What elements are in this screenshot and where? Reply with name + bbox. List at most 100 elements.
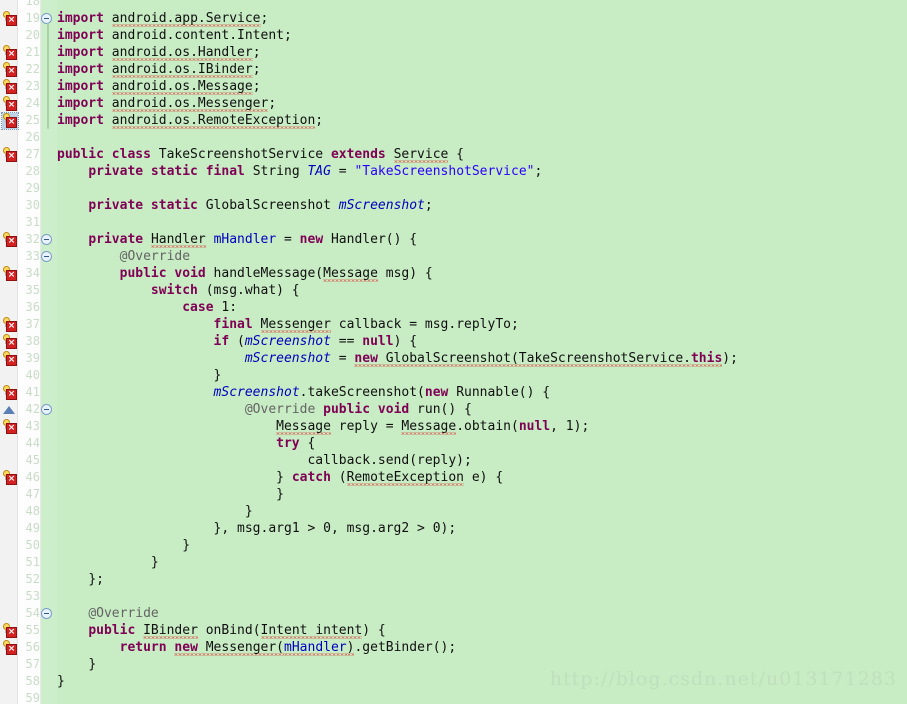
code-line[interactable]: import android.os.Messenger; [57, 95, 276, 112]
code-token: ( [338, 470, 347, 485]
code-token: ) { [393, 334, 418, 349]
lightbulb-error-icon[interactable]: × [2, 62, 18, 78]
code-line[interactable]: } [57, 537, 190, 554]
implements-triangle-icon[interactable] [3, 406, 15, 414]
code-token: ; [424, 198, 433, 213]
code-line[interactable]: import android.os.Message; [57, 78, 261, 95]
code-line[interactable]: } [57, 673, 65, 690]
code-token: = [330, 164, 355, 179]
lightbulb-error-icon[interactable]: × [2, 232, 18, 248]
fold-collapse-icon[interactable] [41, 608, 52, 619]
code-line[interactable]: import android.app.Service; [57, 10, 268, 27]
code-token: import [57, 113, 112, 128]
code-line[interactable]: public IBinder onBind(Intent intent) { [57, 622, 386, 639]
fold-collapse-icon[interactable] [41, 234, 52, 245]
fold-collapse-icon[interactable] [41, 404, 52, 415]
lightbulb-error-icon[interactable]: × [2, 147, 18, 163]
code-token: mHandler [284, 640, 347, 655]
code-line[interactable]: @Override [57, 605, 158, 622]
code-line[interactable]: private Handler mHandler = new Handler()… [57, 231, 417, 248]
lightbulb-error-icon[interactable]: × [2, 96, 18, 112]
line-number: 36 [25, 300, 40, 314]
code-line[interactable]: import android.content.Intent; [57, 27, 292, 44]
code-token: } [88, 657, 97, 672]
code-line[interactable]: }; [57, 571, 104, 588]
lightbulb-error-icon[interactable]: × [2, 79, 18, 95]
code-line[interactable]: case 1: [57, 299, 237, 316]
code-line[interactable]: Message reply = Message.obtain(null, 1); [57, 418, 589, 435]
error-x-icon: × [6, 151, 17, 162]
code-line[interactable]: private static final String TAG = "TakeS… [57, 163, 542, 180]
code-line[interactable]: public class TakeScreenshotService exten… [57, 146, 464, 163]
error-x-icon: × [6, 627, 17, 638]
lightbulb-error-icon[interactable]: × [2, 470, 18, 486]
code-line[interactable]: final Messenger callback = msg.replyTo; [57, 316, 519, 333]
code-token: callback.send(reply); [307, 453, 472, 468]
code-token: ( [237, 334, 245, 349]
code-line[interactable]: } [57, 486, 284, 503]
code-token: Handler [150, 232, 206, 247]
line-number: 57 [25, 657, 40, 671]
code-line[interactable]: callback.send(reply); [57, 452, 472, 469]
code-line[interactable]: import android.os.IBinder; [57, 61, 261, 78]
lightbulb-error-icon[interactable]: × [2, 640, 18, 656]
code-line[interactable]: return new Messenger(mHandler).getBinder… [57, 639, 456, 656]
code-token: }; [88, 572, 104, 587]
code-line[interactable]: mScreenshot.takeScreenshot(new Runnable(… [57, 384, 551, 401]
lightbulb-error-icon[interactable]: × [2, 334, 18, 350]
error-x-icon: × [6, 338, 17, 349]
line-number: 49 [25, 521, 40, 535]
code-token: { [448, 147, 465, 162]
lightbulb-error-icon[interactable]: × [2, 266, 18, 282]
code-line[interactable]: }, msg.arg1 > 0, msg.arg2 > 0); [57, 520, 457, 537]
code-line[interactable]: } [57, 503, 253, 520]
code-token: public [88, 623, 144, 638]
code-line[interactable]: } [57, 367, 222, 384]
code-line[interactable]: import android.os.Handler; [57, 44, 261, 61]
code-token: Message [276, 419, 331, 434]
code-token: Messenger( [205, 640, 285, 655]
code-token: .getBinder(); [354, 640, 457, 655]
lightbulb-error-icon[interactable]: × [1, 112, 19, 130]
code-token: msg) { [377, 266, 433, 281]
code-token: import [57, 11, 112, 26]
code-token: "TakeScreenshotService" [354, 164, 535, 179]
code-text-area[interactable]: import android.app.Service; import androi… [57, 0, 907, 704]
code-line[interactable]: @Override public void run() { [57, 401, 472, 418]
lightbulb-error-icon[interactable]: × [2, 385, 18, 401]
code-line[interactable]: } catch (RemoteException e) { [57, 469, 503, 486]
code-line[interactable]: @Override [57, 248, 190, 265]
code-line[interactable]: public void handleMessage(Message msg) { [57, 265, 433, 282]
code-token: new [424, 385, 457, 400]
code-token: } [276, 487, 284, 502]
code-token: private static final [88, 164, 253, 179]
code-line[interactable]: if (mScreenshot == null) { [57, 333, 418, 350]
lightbulb-error-icon[interactable]: × [2, 11, 18, 27]
lightbulb-error-icon[interactable]: × [2, 45, 18, 61]
code-editor[interactable]: import android.app.Service; import androi… [0, 0, 907, 704]
code-token: this [690, 351, 723, 366]
code-token: android.os.RemoteException [111, 113, 316, 128]
lightbulb-error-icon[interactable]: × [2, 623, 18, 639]
code-line[interactable]: mScreenshot = new GlobalScreenshot(TakeS… [57, 350, 738, 367]
code-token: IBinder [143, 623, 198, 638]
code-line[interactable]: } [57, 554, 159, 571]
lightbulb-error-icon[interactable]: × [2, 419, 18, 435]
code-token: import [57, 45, 112, 60]
code-line[interactable]: private static GlobalScreenshot mScreens… [57, 197, 433, 214]
code-line[interactable]: switch (msg.what) { [57, 282, 300, 299]
fold-collapse-icon[interactable] [41, 251, 52, 262]
code-token: (msg.what) { [205, 283, 300, 298]
code-line[interactable]: } [57, 656, 96, 673]
lightbulb-error-icon[interactable]: × [2, 317, 18, 333]
code-line[interactable]: try { [57, 435, 315, 452]
lightbulb-error-icon[interactable]: × [2, 351, 18, 367]
code-line[interactable]: import android.os.RemoteException; [57, 112, 323, 129]
line-number: 31 [25, 215, 40, 229]
line-number: 33 [25, 249, 40, 263]
